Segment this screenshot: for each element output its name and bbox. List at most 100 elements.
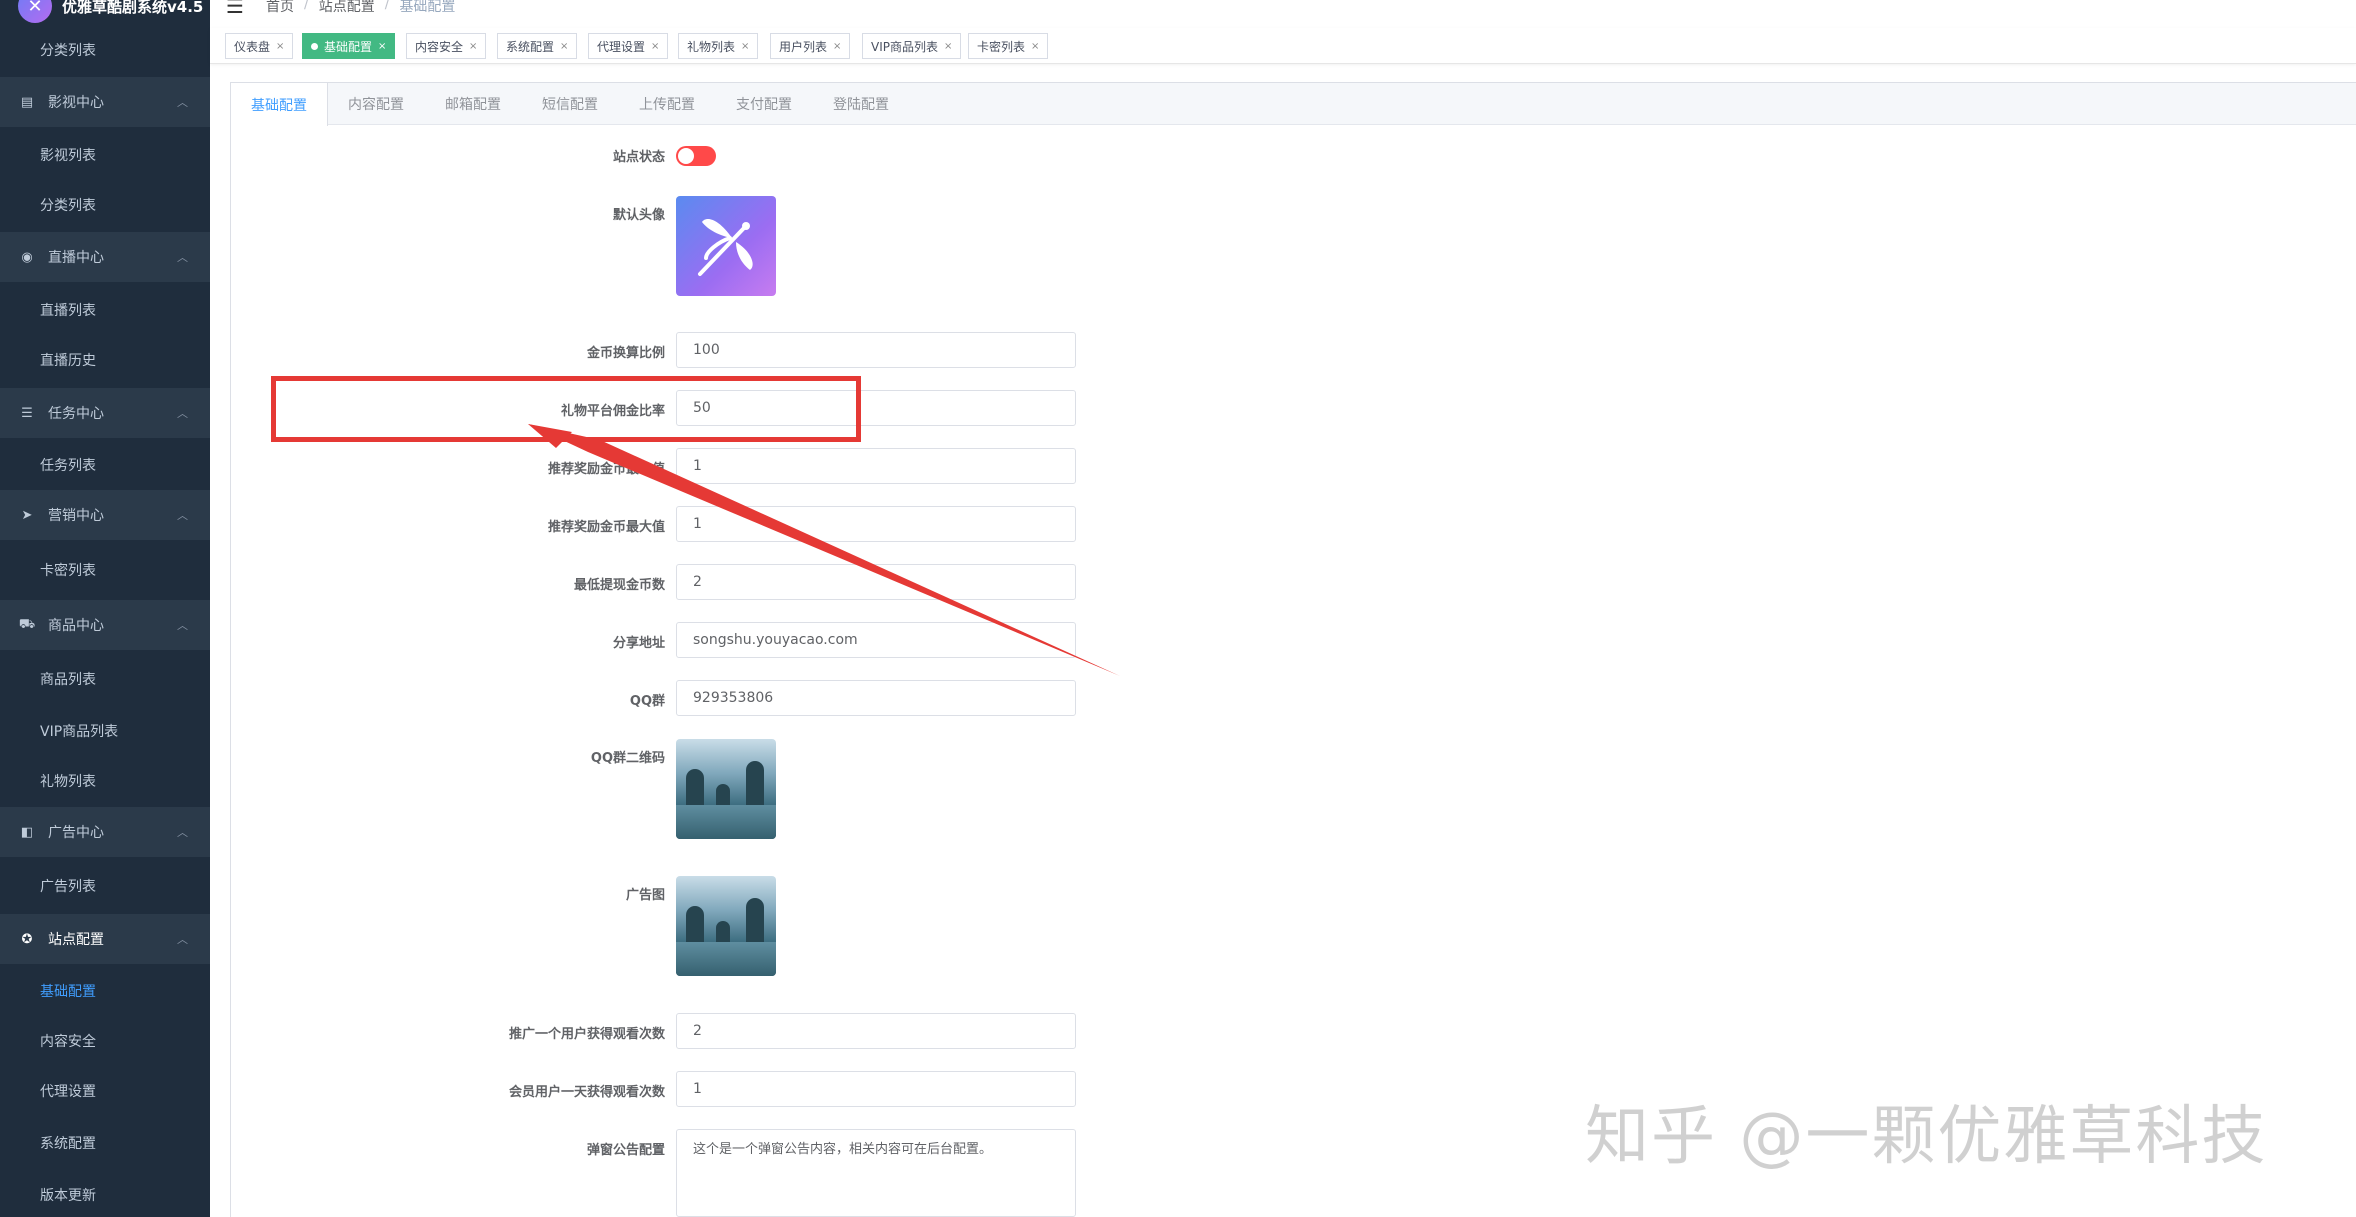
sidebar-group[interactable]: ◧ 广告中心 ︿ [0,807,210,857]
breadcrumb-current: 基础配置 [399,0,456,15]
sidebar-item-label: 版本更新 [40,1188,96,1204]
sidebar-item[interactable]: 礼物列表 [0,756,210,806]
sidebar-item-label: 影视中心 [48,95,104,111]
qq-group-input[interactable]: 929353806 [676,680,1076,716]
breadcrumb: 首页 / 站点配置 / 基础配置 [266,0,455,16]
sidebar-group[interactable]: ▤ 影视中心 ︿ [0,77,210,127]
close-icon[interactable]: × [1031,41,1039,52]
popup-notice-textarea[interactable]: 这个是一个弹窗公告内容，相关内容可在后台配置。 [676,1129,1076,1217]
tab-login-config[interactable]: 登陆配置 [833,83,889,125]
sidebar-group[interactable]: ➤ 营销中心 ︿ [0,490,210,540]
reward-max-label: 推荐奖励金币最大值 [547,520,665,535]
tag-vip-product-list[interactable]: VIP商品列表 × [862,33,962,59]
sidebar-item[interactable]: 分类列表 [0,180,210,230]
chevron-up-icon: ︿ [177,251,188,264]
sidebar-item-label: 站点配置 [48,932,104,948]
close-icon[interactable]: × [378,41,386,52]
form-row-qq-group: QQ群 929353806 [230,680,1076,716]
sidebar-group[interactable]: ◉ 直播中心 ︿ [0,232,210,282]
default-avatar-upload[interactable] [676,196,776,296]
sidebar-item[interactable]: 内容安全 [0,1016,210,1066]
tab-upload-config[interactable]: 上传配置 [639,83,695,125]
share-url-label: 分享地址 [612,636,665,651]
sidebar-item[interactable]: 直播列表 [0,285,210,335]
close-icon[interactable]: × [560,41,568,52]
close-icon[interactable]: × [944,41,952,52]
sidebar-group[interactable]: ✪ 站点配置 ︿ [0,914,210,964]
tag-label: 用户列表 [779,39,828,54]
tab-payment-config[interactable]: 支付配置 [736,83,792,125]
sidebar-item[interactable]: 卡密列表 [0,545,210,595]
vip-daily-views-label: 会员用户一天获得观看次数 [508,1085,665,1100]
form-row-default-avatar: 默认头像 [230,196,930,296]
tag-label: 卡密列表 [977,39,1026,54]
sidebar-group[interactable]: ⛟ 商品中心 ︿ [0,600,210,650]
sidebar-item[interactable]: 基础配置 [0,966,210,1016]
sidebar-item[interactable]: 广告列表 [0,861,210,911]
vip-daily-views-input[interactable]: 1 [676,1071,1076,1107]
sidebar-item[interactable]: 影视列表 [0,130,210,180]
min-withdraw-input[interactable]: 2 [676,564,1076,600]
sidebar-item[interactable]: 商品列表 [0,654,210,704]
breadcrumb-home[interactable]: 首页 [266,0,294,16]
sidebar-item[interactable]: 分类列表 [0,25,210,75]
share-url-input[interactable]: songshu.youyacao.com [676,622,1076,658]
tag-content-security[interactable]: 内容安全 × [406,33,487,59]
sidebar-item[interactable]: 系统配置 [0,1118,210,1168]
tab-sms-config[interactable]: 短信配置 [542,83,598,125]
sidebar-item[interactable]: 任务列表 [0,440,210,490]
highlight-box [271,376,861,442]
sidebar-item-label: 影视列表 [40,148,96,164]
close-icon[interactable]: × [469,41,477,52]
tag-gift-list[interactable]: 礼物列表 × [678,33,759,59]
dragonfly-logo-icon: ✕ [18,0,52,23]
form-row-min-withdraw: 最低提现金币数 2 [230,564,1076,600]
form-row-ad-image: 广告图 [230,876,930,976]
sidebar-item[interactable]: 直播历史 [0,335,210,385]
hamburger-icon[interactable]: ☰ [226,0,244,18]
site-status-switch[interactable] [676,146,716,166]
tag-card-list[interactable]: 卡密列表 × [968,33,1049,59]
tab-content-config[interactable]: 内容配置 [348,83,404,125]
sidebar-item-label: 卡密列表 [40,563,96,579]
sidebar-item[interactable]: 代理设置 [0,1066,210,1116]
qq-qrcode-image[interactable] [676,739,776,839]
tab-email-config[interactable]: 邮箱配置 [445,83,501,125]
app-title: 优雅草酷剧系统v4.5 [62,0,204,16]
close-icon[interactable]: × [741,41,749,52]
coin-ratio-input[interactable]: 100 [676,332,1076,368]
tag-label: VIP商品列表 [871,39,938,54]
tag-label: 基础配置 [324,39,373,54]
tab-basic-config[interactable]: 基础配置 [231,83,328,126]
close-icon[interactable]: × [651,41,659,52]
sidebar-item-label: 商品列表 [40,672,96,688]
sidebar-item[interactable]: 版本更新 [0,1170,210,1217]
globe-icon: ◉ [21,249,33,265]
form-row-reward-max: 推荐奖励金币最大值 1 [230,506,1076,542]
navbar: ☰ 首页 / 站点配置 / 基础配置 [210,0,2356,28]
reward-min-input[interactable]: 1 [676,448,1076,484]
reward-max-input[interactable]: 1 [676,506,1076,542]
form-row-popup-notice: 弹窗公告配置 这个是一个弹窗公告内容，相关内容可在后台配置。 [230,1129,1076,1217]
qq-group-label: QQ群 [629,694,665,709]
list-icon: ☰ [21,405,33,421]
form-row-coin-ratio: 金币换算比例 100 [230,332,1076,368]
sidebar-item[interactable]: VIP商品列表 [0,706,210,756]
switch-knob [678,148,694,164]
ad-image[interactable] [676,876,776,976]
close-icon[interactable]: × [833,41,841,52]
app-logo[interactable]: ✕ 优雅草酷剧系统v4.5 [0,0,210,26]
tag-dashboard[interactable]: 仪表盘 × [225,33,294,59]
sidebar-item-label: 系统配置 [40,1136,96,1152]
tag-system-config[interactable]: 系统配置 × [497,33,578,59]
tag-proxy-settings[interactable]: 代理设置 × [588,33,669,59]
tag-user-list[interactable]: 用户列表 × [770,33,851,59]
form-row-reward-min: 推荐奖励金币最小值 1 [230,448,1076,484]
close-icon[interactable]: × [276,41,284,52]
tag-basic-config[interactable]: 基础配置 × [302,33,396,59]
promote-views-input[interactable]: 2 [676,1013,1076,1049]
sidebar-group[interactable]: ☰ 任务中心 ︿ [0,388,210,438]
sidebar-item-label: 内容安全 [40,1034,96,1050]
breadcrumb-site-config[interactable]: 站点配置 [319,0,375,16]
watermark-text: 知乎 @一颗优雅草科技 [1585,1100,2268,1174]
